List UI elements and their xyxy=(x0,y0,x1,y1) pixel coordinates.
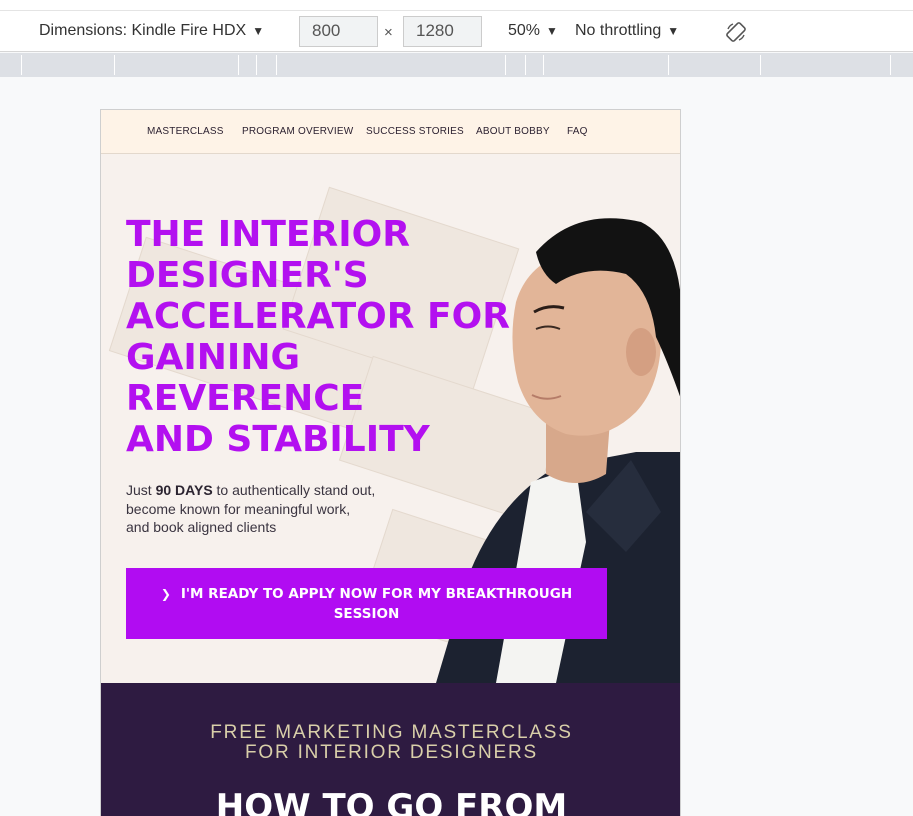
chevron-down-icon: ▼ xyxy=(667,24,680,38)
media-query-marker[interactable] xyxy=(238,55,239,75)
nav-program-overview[interactable]: PROGRAM OVERVIEW xyxy=(242,126,353,137)
rotate-icon[interactable] xyxy=(725,21,747,43)
subtitle-line: and book aligned clients xyxy=(126,519,277,535)
height-input[interactable]: 1280 xyxy=(403,16,482,47)
media-query-marker[interactable] xyxy=(525,55,526,75)
hero-title-line: THE INTERIOR xyxy=(126,214,410,255)
masterclass-section: FREE MARKETING MASTERCLASS FOR INTERIOR … xyxy=(101,683,680,816)
media-query-marker[interactable] xyxy=(114,55,115,75)
media-query-marker[interactable] xyxy=(276,55,277,75)
cta-label: I'M READY TO APPLY NOW FOR MY BREAKTHROU… xyxy=(180,585,573,622)
media-query-marker[interactable] xyxy=(760,55,761,75)
apply-cta-button[interactable]: ❯ I'M READY TO APPLY NOW FOR MY BREAKTHRO… xyxy=(126,568,607,639)
masterclass-kicker: FREE MARKETING MASTERCLASS FOR INTERIOR … xyxy=(101,722,680,763)
device-viewport: MASTERCLASS PROGRAM OVERVIEW SUCCESS STO… xyxy=(100,109,681,816)
media-query-marker[interactable] xyxy=(505,55,506,75)
subtitle-prefix: Just xyxy=(126,482,156,498)
subtitle-line: become known for meaningful work, xyxy=(126,500,351,517)
chevron-down-icon: ▼ xyxy=(252,24,265,38)
toolbar-divider xyxy=(0,10,913,11)
times-sign: × xyxy=(384,24,393,41)
media-query-marker[interactable] xyxy=(890,55,891,75)
hero-title-line: GAINING xyxy=(126,337,301,378)
width-input[interactable]: 800 xyxy=(299,16,378,47)
device-toolbar: Dimensions: Kindle Fire HDX ▼ 800 × 1280 … xyxy=(0,0,913,52)
nav-masterclass[interactable]: MASTERCLASS xyxy=(147,126,224,137)
zoom-label: 50% xyxy=(508,22,541,39)
subtitle-bold: 90 DAYS xyxy=(155,482,213,498)
hero-title-line: AND STABILITY xyxy=(126,419,430,460)
throttle-dropdown[interactable]: No throttling ▼ xyxy=(575,22,679,40)
nav-about-bobby[interactable]: ABOUT BOBBY xyxy=(476,126,550,137)
nav-faq[interactable]: FAQ xyxy=(567,126,588,137)
dimensions-label: Dimensions: Kindle Fire HDX xyxy=(39,22,247,39)
hero-section: THE INTERIOR DESIGNER'S ACCELERATOR FOR … xyxy=(101,154,680,683)
media-query-bar[interactable] xyxy=(0,53,913,77)
site-nav: MASTERCLASS PROGRAM OVERVIEW SUCCESS STO… xyxy=(101,110,680,154)
nav-success-stories[interactable]: SUCCESS STORIES xyxy=(366,126,464,137)
hero-title: THE INTERIOR DESIGNER'S ACCELERATOR FOR … xyxy=(126,214,510,460)
hero-title-line: ACCELERATOR FOR xyxy=(126,296,510,337)
media-query-marker[interactable] xyxy=(256,55,257,75)
zoom-dropdown[interactable]: 50% ▼ xyxy=(508,22,558,40)
subtitle-rest: to authentically stand out, xyxy=(212,482,376,498)
media-query-marker[interactable] xyxy=(21,55,22,75)
dimensions-dropdown[interactable]: Dimensions: Kindle Fire HDX ▼ xyxy=(39,22,264,40)
hero-title-line: DESIGNER'S xyxy=(126,255,369,296)
hero-title-line: REVERENCE xyxy=(126,378,365,419)
hero-subtitle: Just 90 DAYS to authentically stand out,… xyxy=(126,481,426,537)
masterclass-heading: HOW TO GO FROM xyxy=(215,787,568,816)
media-query-marker[interactable] xyxy=(543,55,544,75)
media-query-marker[interactable] xyxy=(668,55,669,75)
kicker-line: FREE MARKETING MASTERCLASS xyxy=(210,722,573,743)
chevron-down-icon: ▼ xyxy=(546,24,558,38)
throttle-label: No throttling xyxy=(575,22,662,39)
chevron-right-icon: ❯ xyxy=(160,586,171,601)
kicker-line: FOR INTERIOR DESIGNERS xyxy=(245,742,538,763)
